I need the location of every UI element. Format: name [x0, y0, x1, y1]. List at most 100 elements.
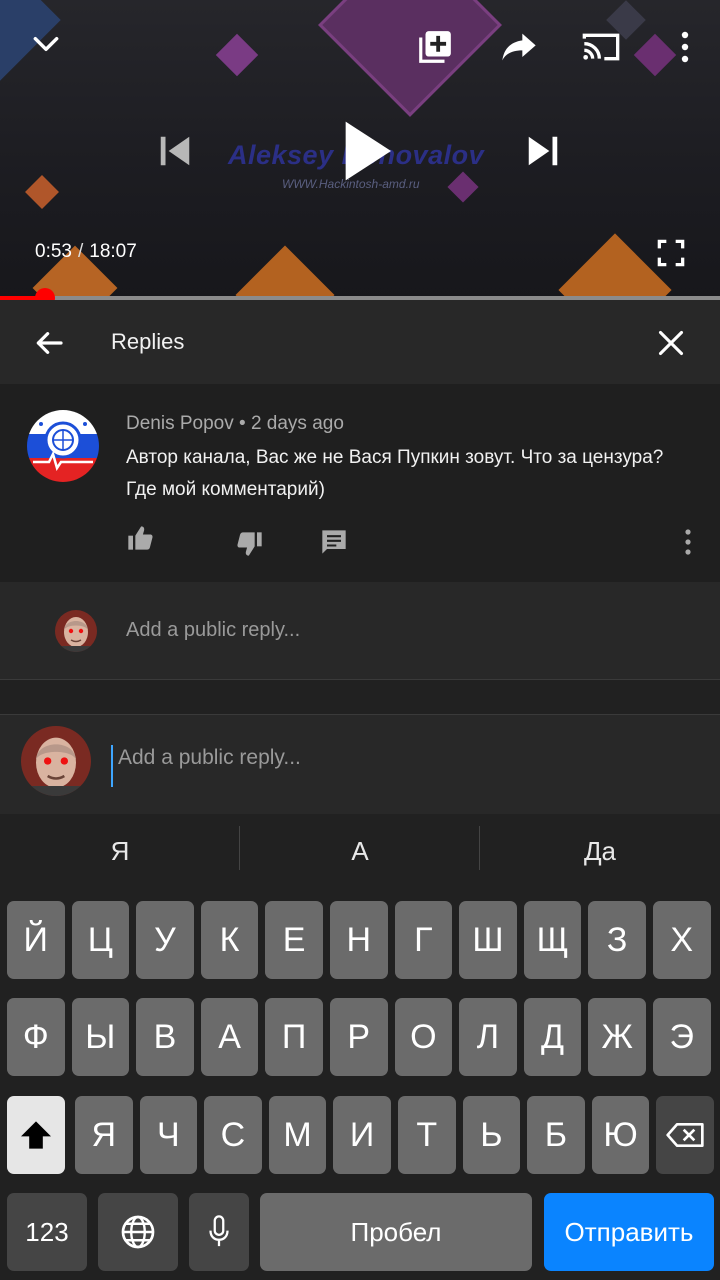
key-11-row1[interactable]: Х [653, 901, 711, 979]
key-6-row3[interactable]: Т [398, 1096, 456, 1174]
space-key[interactable]: Пробел [260, 1193, 532, 1271]
key-4-row1[interactable]: К [200, 901, 259, 979]
time-separator: / [77, 241, 84, 262]
user-avatar-image [55, 610, 97, 652]
key-7-row1[interactable]: Г [394, 901, 453, 979]
background-diamond [318, 0, 502, 117]
numbers-key[interactable]: 123 [7, 1193, 87, 1271]
key-8-row3[interactable]: Б [527, 1096, 585, 1174]
comment-age: 2 days ago [250, 413, 344, 434]
video-player[interactable]: Aleksey Konovalov WWW.Hackintosh-amd.ru … [0, 0, 720, 300]
skip-next-icon [528, 136, 558, 166]
back-button[interactable] [28, 322, 70, 364]
key-2-row1[interactable]: Ц [71, 901, 130, 979]
key-8-row1[interactable]: Ш [459, 901, 517, 979]
comment-meta: Denis Popov • 2 days ago [126, 413, 344, 435]
key-10-row1[interactable]: З [588, 901, 646, 979]
previous-button[interactable] [150, 126, 200, 176]
close-icon [658, 330, 684, 356]
share-icon [502, 33, 536, 61]
share-button[interactable] [496, 24, 542, 70]
suggestion-3[interactable]: Да [485, 836, 715, 880]
play-icon [345, 121, 391, 181]
add-to-playlist-button[interactable] [412, 24, 458, 70]
reply-button[interactable] [316, 524, 352, 560]
thumbs-down-icon [237, 532, 262, 556]
duration: 18:07 [89, 241, 137, 262]
comment-text: Автор канала, Вас же не Вася Пупкин зову… [126, 447, 664, 500]
close-button[interactable] [650, 322, 692, 364]
comment-menu-button[interactable] [670, 522, 706, 562]
user-avatar-image [21, 726, 91, 796]
key-2-row3[interactable]: Ч [139, 1096, 198, 1174]
add-reply-row[interactable]: Add a public reply... [0, 582, 720, 680]
scrubber-handle[interactable] [34, 288, 55, 300]
key-2-row2[interactable]: Ы [71, 998, 130, 1076]
key-9-row3[interactable]: Ю [591, 1096, 650, 1174]
backspace-key[interactable] [656, 1096, 714, 1174]
key-6-row1[interactable]: Н [330, 901, 388, 979]
keyboard: Я А Да 123 Пробел Отправить ЙЦУКЕНГШЩЗХ Ф… [0, 814, 720, 1280]
comment-icon [322, 530, 346, 554]
current-time: 0:53 [35, 241, 72, 262]
avatar [21, 726, 91, 796]
dictation-key[interactable] [189, 1193, 249, 1271]
suggestion-2[interactable]: А [245, 836, 475, 880]
replies-header: Replies [0, 300, 720, 384]
comment-author[interactable]: Denis Popov [126, 413, 234, 434]
fullscreen-button[interactable] [650, 232, 692, 274]
comment: Denis Popov • 2 days ago Автор канала, В… [0, 384, 720, 582]
suggestion-divider [479, 826, 480, 870]
key-5-row2[interactable]: П [265, 998, 323, 1076]
skip-previous-icon [160, 136, 190, 166]
key-9-row1[interactable]: Щ [523, 901, 582, 979]
shift-key[interactable] [7, 1096, 65, 1174]
thumbs-up-icon [128, 526, 153, 550]
time-display: 0:53/18:07 [35, 241, 137, 263]
more-options-button[interactable] [664, 24, 706, 70]
key-3-row1[interactable]: У [136, 901, 194, 979]
cast-button[interactable] [578, 24, 624, 70]
meta-dot: • [239, 413, 246, 434]
key-4-row2[interactable]: А [200, 998, 259, 1076]
key-1-row1[interactable]: Й [7, 901, 65, 979]
avatar-image [27, 410, 99, 482]
collapse-button[interactable] [26, 24, 66, 64]
key-3-row2[interactable]: В [136, 998, 194, 1076]
avatar[interactable] [27, 410, 99, 482]
key-7-row3[interactable]: Ь [462, 1096, 521, 1174]
key-5-row1[interactable]: Е [265, 901, 323, 979]
background-diamond [25, 175, 59, 209]
play-button[interactable] [332, 116, 402, 186]
reply-input[interactable]: Add a public reply... [118, 746, 301, 770]
key-5-row3[interactable]: И [333, 1096, 391, 1174]
like-button[interactable] [122, 520, 158, 556]
background-diamond [215, 33, 259, 77]
key-1-row3[interactable]: Я [75, 1096, 133, 1174]
send-key[interactable]: Отправить [544, 1193, 714, 1271]
next-button[interactable] [518, 126, 568, 176]
chevron-down-icon [33, 36, 59, 52]
suggestion-1[interactable]: Я [5, 836, 235, 880]
key-6-row2[interactable]: Р [330, 998, 388, 1076]
language-key[interactable] [98, 1193, 178, 1271]
key-3-row3[interactable]: С [204, 1096, 262, 1174]
key-8-row2[interactable]: Л [459, 998, 517, 1076]
replies-title: Replies [111, 329, 185, 354]
cast-icon [582, 33, 620, 61]
key-11-row2[interactable]: Э [653, 998, 711, 1076]
more-vertical-icon [681, 31, 689, 63]
fullscreen-icon [657, 239, 685, 267]
key-10-row2[interactable]: Ж [588, 998, 646, 1076]
key-7-row2[interactable]: О [394, 998, 453, 1076]
key-9-row2[interactable]: Д [523, 998, 582, 1076]
globe-icon [121, 1215, 155, 1249]
background-diamond [235, 245, 335, 300]
dislike-button[interactable] [232, 526, 268, 562]
key-4-row3[interactable]: М [268, 1096, 327, 1174]
avatar [55, 610, 97, 652]
reply-composer: Add a public reply... [0, 714, 720, 814]
add-reply-placeholder[interactable]: Add a public reply... [126, 619, 300, 642]
key-1-row2[interactable]: Ф [7, 998, 65, 1076]
backspace-icon [666, 1123, 704, 1147]
